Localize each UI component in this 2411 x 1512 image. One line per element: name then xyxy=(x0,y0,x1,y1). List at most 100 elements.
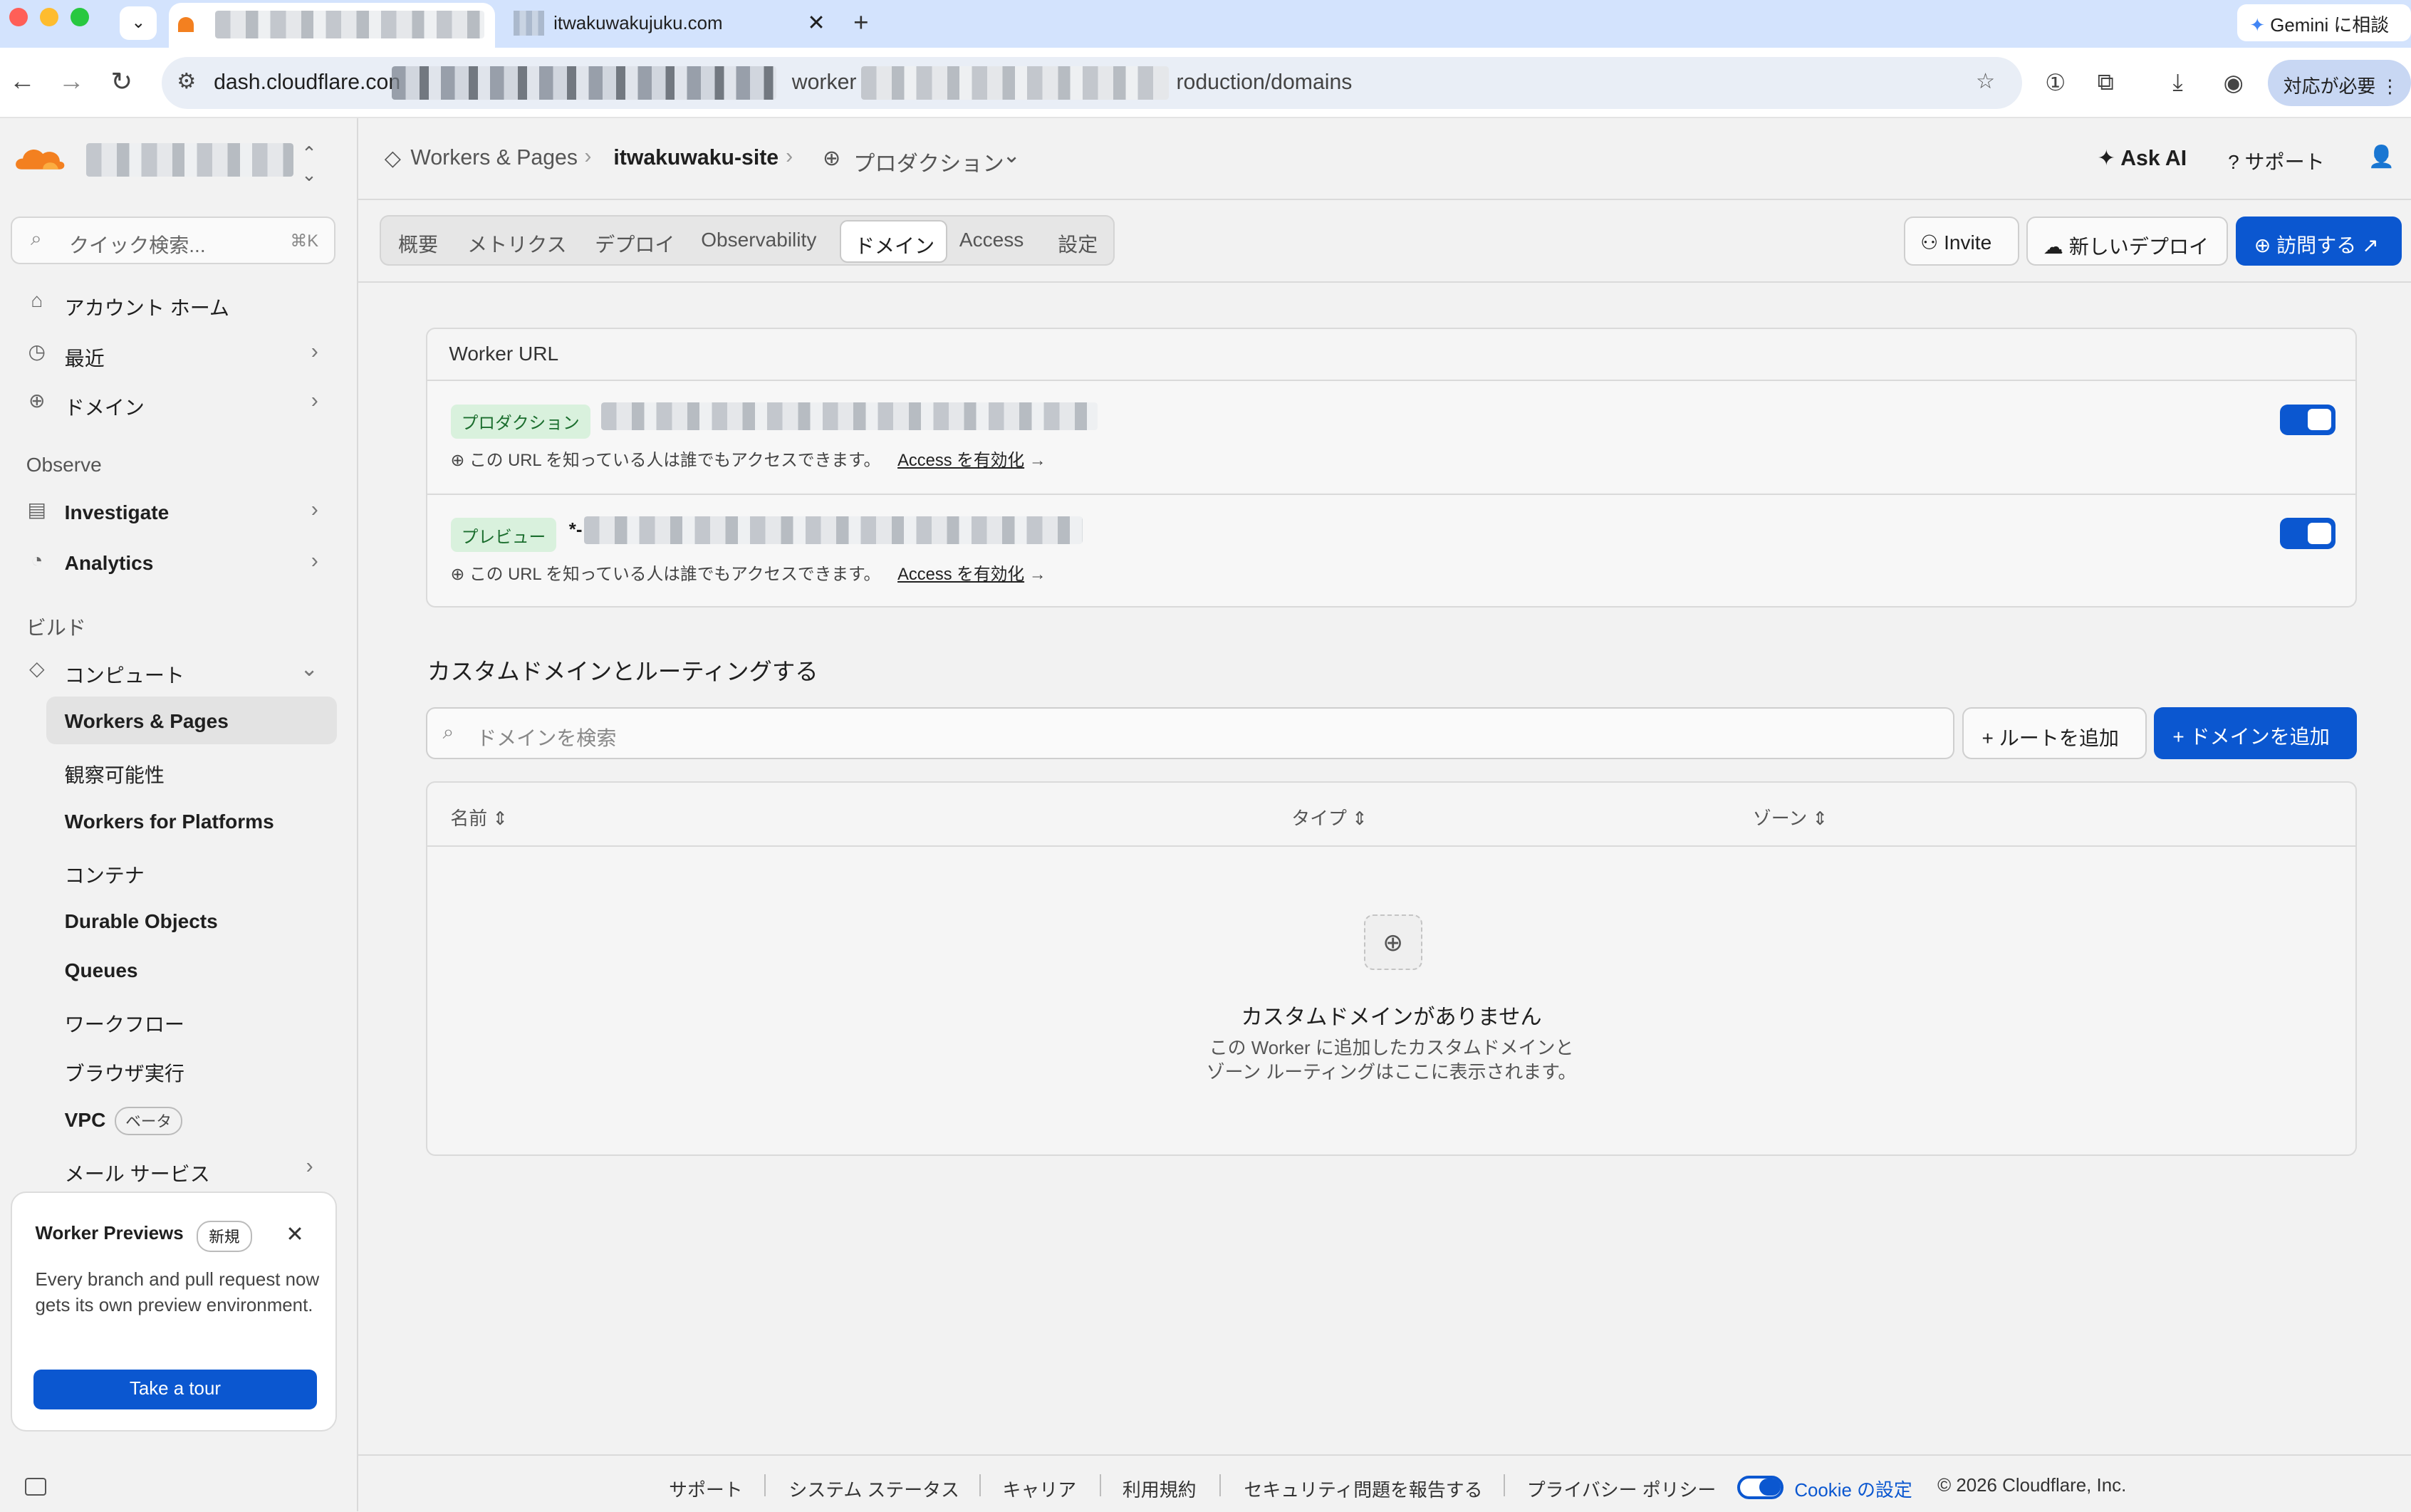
breadcrumb-project[interactable]: itwakuwaku-site xyxy=(613,146,779,170)
preview-url-toggle[interactable] xyxy=(2280,518,2336,549)
url-access-note: ⊕ この URL を知っている人は誰でもアクセスできます。 Access を有効… xyxy=(450,565,1046,584)
footer-link-report-security[interactable]: セキュリティ問題を報告する xyxy=(1244,1476,1482,1502)
tab-observability[interactable]: Observability xyxy=(701,229,816,251)
sidebar-item-domains[interactable]: ⊕ ドメイン › xyxy=(26,385,334,424)
reload-icon[interactable]: ↻ xyxy=(110,66,132,97)
sidebar-item-browser-rendering[interactable]: ブラウザ実行 xyxy=(65,1058,184,1087)
document-search-icon: ▤ xyxy=(27,499,47,521)
browser-tab-inactive[interactable]: itwakuwakujuku.com ✕ xyxy=(507,4,838,44)
breadcrumb-workers-pages[interactable]: Workers & Pages xyxy=(410,146,578,170)
sidebar-item-durable-objects[interactable]: Durable Objects xyxy=(65,910,218,933)
tab-title: itwakuwakujuku.com xyxy=(553,14,723,34)
bookmark-star-icon[interactable]: ☆ xyxy=(1976,69,1995,94)
quick-search-placeholder: クイック検索... xyxy=(68,234,206,256)
cloud-icon xyxy=(16,149,65,170)
globe-icon: ⊕ xyxy=(1363,914,1422,971)
help-icon: ? xyxy=(2228,151,2239,174)
production-url-redacted[interactable] xyxy=(601,402,1098,431)
maximize-window-button[interactable] xyxy=(71,7,90,26)
cookie-consent-icon[interactable] xyxy=(1737,1476,1784,1499)
sidebar-item-recent[interactable]: ◷ 最近 › xyxy=(26,335,334,375)
sidebar-item-vpc[interactable]: VPC ベータ xyxy=(65,1107,182,1135)
sidebar-item-compute[interactable]: ◇ コンピュート ⌄ xyxy=(26,652,334,692)
footer-link-system-status[interactable]: システム ステータス xyxy=(788,1476,959,1502)
download-icon[interactable]: ⤓ xyxy=(2172,69,2182,96)
footer-link-terms[interactable]: 利用規約 xyxy=(1123,1476,1197,1502)
visit-button[interactable]: ⊕ 訪問する ↗ xyxy=(2235,217,2402,266)
sidebar-item-investigate[interactable]: ▤ Investigate › xyxy=(26,494,334,533)
domain-search-input[interactable]: ⌕ ドメインを検索 xyxy=(425,707,1954,760)
production-url-toggle[interactable] xyxy=(2280,404,2336,435)
tab-access[interactable]: Access xyxy=(959,229,1024,251)
account-name-redacted[interactable] xyxy=(85,142,294,177)
sidebar-item-observability[interactable]: 観察可能性 xyxy=(65,759,165,788)
tab-metrics[interactable]: メトリクス xyxy=(467,229,566,258)
site-info-icon[interactable]: ⚙ xyxy=(177,69,196,94)
tab-deployments[interactable]: デプロイ xyxy=(595,229,675,258)
new-tab-button[interactable]: + xyxy=(853,8,868,38)
environment-selector[interactable]: プロダクション xyxy=(853,146,1004,177)
forward-icon[interactable]: → xyxy=(58,66,85,96)
column-name[interactable]: 名前 ⇕ xyxy=(450,804,508,830)
close-icon[interactable]: ✕ xyxy=(286,1222,303,1247)
action-needed-button[interactable]: 対応が必要 ⋮ xyxy=(2268,60,2411,106)
footer-link-cookie-settings[interactable]: Cookie の設定 xyxy=(1794,1476,1912,1502)
add-domain-button[interactable]: + ドメインを追加 xyxy=(2154,707,2358,760)
extensions-icon[interactable]: ⧉ xyxy=(2098,69,2114,96)
sidebar-item-workers-pages[interactable]: Workers & Pages xyxy=(65,710,229,733)
tab-domains-active[interactable]: ドメイン xyxy=(839,219,947,263)
browser-tab-active[interactable] xyxy=(169,3,496,48)
cloudflare-logo[interactable] xyxy=(12,143,68,180)
close-tab-icon[interactable]: ✕ xyxy=(807,11,825,36)
collapse-sidebar-icon[interactable] xyxy=(24,1477,46,1496)
column-zone[interactable]: ゾーン ⇕ xyxy=(1753,804,1828,830)
arrow-right-icon: → xyxy=(1029,565,1046,584)
sidebar-item-workers-for-platforms[interactable]: Workers for Platforms xyxy=(65,810,274,833)
tab-title-redacted xyxy=(215,11,484,38)
chevron-right-icon: › xyxy=(306,1154,313,1179)
workers-icon: ◇ xyxy=(384,147,401,171)
tab-settings[interactable]: 設定 xyxy=(1058,229,1098,258)
user-icon[interactable]: 👤 xyxy=(2368,145,2395,170)
back-icon[interactable]: ← xyxy=(9,66,36,96)
footer-link-privacy[interactable]: プライバシー ポリシー xyxy=(1527,1476,1717,1502)
ask-ai-button[interactable]: ✦ Ask AI xyxy=(2098,146,2187,171)
add-route-button[interactable]: + ルートを追加 xyxy=(1962,707,2147,760)
support-button[interactable]: ? サポート xyxy=(2228,146,2325,175)
footer-link-careers[interactable]: キャリア xyxy=(1003,1476,1077,1502)
quick-search-input[interactable]: ⌕ クイック検索... ⌘K xyxy=(11,217,335,265)
empty-state-description: この Worker に追加したカスタムドメインと ゾーン ルーティングはここに表… xyxy=(1206,1038,1577,1083)
profile-icon[interactable]: ◉ xyxy=(2224,69,2244,96)
chevron-right-icon: › xyxy=(311,498,318,522)
take-a-tour-button[interactable]: Take a tour xyxy=(33,1370,317,1410)
gemini-button[interactable]: ✦ Gemini に相談 xyxy=(2237,4,2411,42)
column-type[interactable]: タイプ ⇕ xyxy=(1291,804,1368,830)
enable-access-link[interactable]: Access を有効化 xyxy=(897,452,1024,470)
sort-icon: ⇕ xyxy=(1352,808,1368,829)
address-bar[interactable]: ⚙ dash.cloudflare.con worker roduction/d… xyxy=(161,56,2022,110)
minimize-window-button[interactable] xyxy=(40,7,59,26)
tab-overview[interactable]: 概要 xyxy=(398,229,438,258)
password-icon[interactable]: ① xyxy=(2045,69,2066,96)
sidebar-item-account-home[interactable]: ⌂ アカウント ホーム xyxy=(26,284,334,324)
breadcrumb-separator-icon: › xyxy=(786,144,793,168)
footer-link-support[interactable]: サポート xyxy=(669,1476,743,1502)
tab-search-button[interactable]: ⌄ xyxy=(120,6,157,41)
enable-access-link[interactable]: Access を有効化 xyxy=(897,565,1024,584)
plus-icon: + xyxy=(2172,726,2185,749)
sidebar-item-analytics[interactable]: ◔ Analytics › xyxy=(26,544,334,584)
chevron-down-icon[interactable]: ⌄ xyxy=(1003,143,1021,168)
sidebar-item-queues[interactable]: Queues xyxy=(65,959,138,982)
close-window-button[interactable] xyxy=(9,7,28,26)
preview-url-redacted[interactable] xyxy=(584,516,1083,545)
promo-body: Every branch and pull request now gets i… xyxy=(35,1269,320,1316)
account-switcher-icon[interactable]: ⌃ ⌄ xyxy=(301,143,317,186)
gemini-icon: ✦ xyxy=(2249,16,2266,36)
sidebar-item-workflows[interactable]: ワークフロー xyxy=(65,1008,184,1038)
invite-button[interactable]: ⚇ Invite xyxy=(1903,217,2019,266)
sidebar-item-email-service[interactable]: メール サービス › xyxy=(65,1154,326,1187)
sidebar-item-containers[interactable]: コンテナ xyxy=(65,860,145,889)
cloudflare-favicon xyxy=(178,16,194,33)
new-deploy-button[interactable]: ☁ 新しいデプロイ xyxy=(2026,217,2229,266)
section-observe: Observe xyxy=(26,453,102,476)
